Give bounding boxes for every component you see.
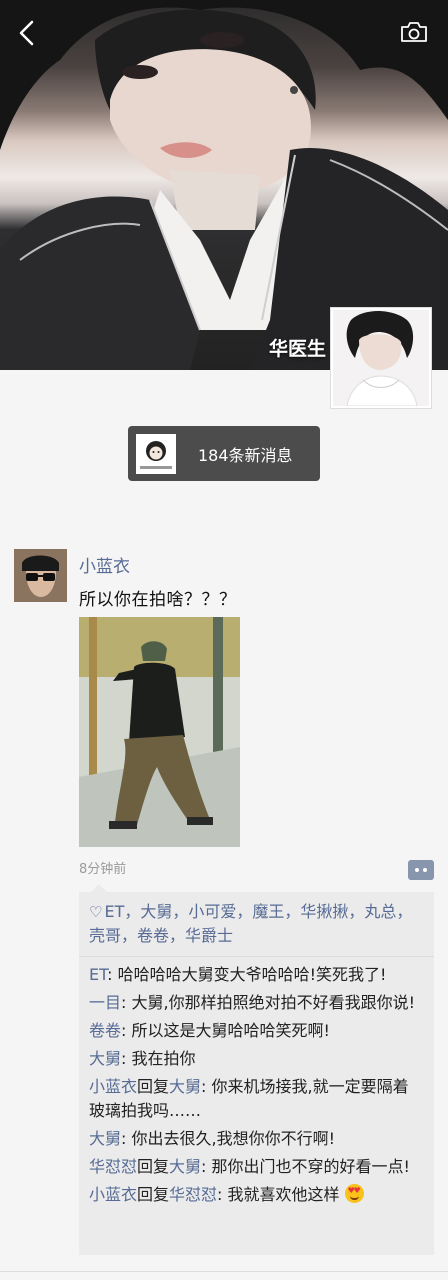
comment-menu-button[interactable]: [408, 860, 434, 880]
post-text: 所以你在拍啥？？？: [79, 590, 237, 610]
camera-button[interactable]: [400, 20, 428, 44]
likes-row: ♡ ET，大舅，小可爱，魔王，华揪揪，丸总，壳哥，卷卷，华爵士: [79, 892, 434, 957]
profile-avatar-image: [333, 310, 429, 406]
commenter-name[interactable]: 大舅: [89, 1049, 121, 1068]
author-avatar-image: [14, 549, 67, 602]
reply-word: 回复: [137, 1077, 170, 1096]
comment-item[interactable]: ET: 哈哈哈哈大舅变大爷哈哈哈!笑死我了!: [89, 961, 424, 989]
camera-icon: [401, 22, 427, 42]
likes-names[interactable]: ET，大舅，小可爱，魔王，华揪揪，丸总，壳哥，卷卷，华爵士: [89, 902, 412, 945]
commenter-name[interactable]: 小蓝衣: [89, 1077, 137, 1096]
profile-nickname[interactable]: 华医生: [269, 334, 326, 361]
comment-text: : 大舅,你那样拍照绝对拍不好看我跟你说!: [121, 993, 415, 1012]
commenter-name[interactable]: 卷卷: [89, 1021, 121, 1040]
comment-text: : 所以这是大舅哈哈哈笑死啊!: [121, 1021, 330, 1040]
comment-item[interactable]: 大舅: 你出去很久,我想你你不行啊!: [89, 1125, 424, 1153]
comment-item[interactable]: 卷卷: 所以这是大舅哈哈哈笑死啊!: [89, 1017, 424, 1045]
reply-target-name[interactable]: 大舅: [169, 1157, 201, 1176]
comment-item[interactable]: 华怼怼回复大舅: 那你出门也不穿的好看一点!: [89, 1153, 424, 1181]
reply-target-name[interactable]: 大舅: [169, 1077, 201, 1096]
reply-target-name[interactable]: 华怼怼: [169, 1185, 217, 1204]
comment-text: : 哈哈哈哈大舅变大爷哈哈哈!笑死我了!: [107, 965, 387, 984]
comment-text: : 我就喜欢他这样: [217, 1185, 340, 1204]
commenter-name[interactable]: 华怼怼: [89, 1157, 137, 1176]
notice-avatar-image: [136, 433, 176, 474]
post-timestamp: 8分钟前: [79, 862, 127, 877]
comment-text: : 那你出门也不穿的好看一点!: [201, 1157, 410, 1176]
comment-list: ET: 哈哈哈哈大舅变大爷哈哈哈!笑死我了! 一目: 大舅,你那样拍照绝对拍不好…: [79, 957, 434, 1213]
comment-item[interactable]: 大舅: 我在拍你: [89, 1045, 424, 1073]
post-author-name[interactable]: 小蓝衣: [79, 552, 130, 577]
reply-word: 回复: [137, 1157, 170, 1176]
comment-item[interactable]: 小蓝衣回复华怼怼: 我就喜欢他这样: [89, 1181, 424, 1209]
likes-comments-panel: ♡ ET，大舅，小可爱，魔王，华揪揪，丸总，壳哥，卷卷，华爵士 ET: 哈哈哈哈大…: [79, 884, 434, 1255]
profile-avatar[interactable]: [330, 307, 432, 409]
heart-icon: ♡: [89, 903, 103, 921]
new-messages-count: 184条新消息: [198, 445, 293, 465]
comment-text: : 你出去很久,我想你你不行啊!: [121, 1129, 335, 1148]
commenter-name[interactable]: ET: [89, 965, 107, 984]
heart-eyes-emoji-icon: [344, 1184, 364, 1203]
author-avatar[interactable]: [14, 549, 67, 602]
commenter-name[interactable]: 小蓝衣: [89, 1185, 137, 1204]
post-photo-image: [79, 617, 240, 847]
reply-word: 回复: [137, 1185, 170, 1204]
comment-text: : 我在拍你: [121, 1049, 196, 1068]
commenter-name[interactable]: 大舅: [89, 1129, 121, 1148]
comment-item[interactable]: 小蓝衣回复大舅: 你来机场接我,就一定要隔着玻璃拍我吗……: [89, 1073, 424, 1125]
divider: [0, 1271, 448, 1272]
chevron-left-icon: [19, 20, 34, 46]
notice-avatar: [136, 433, 176, 474]
back-button[interactable]: [14, 18, 40, 48]
commenter-name[interactable]: 一目: [89, 993, 121, 1012]
post-photo[interactable]: [79, 617, 240, 847]
new-messages-notice[interactable]: 184条新消息: [128, 426, 320, 481]
comment-item[interactable]: 一目: 大舅,你那样拍照绝对拍不好看我跟你说!: [89, 989, 424, 1017]
